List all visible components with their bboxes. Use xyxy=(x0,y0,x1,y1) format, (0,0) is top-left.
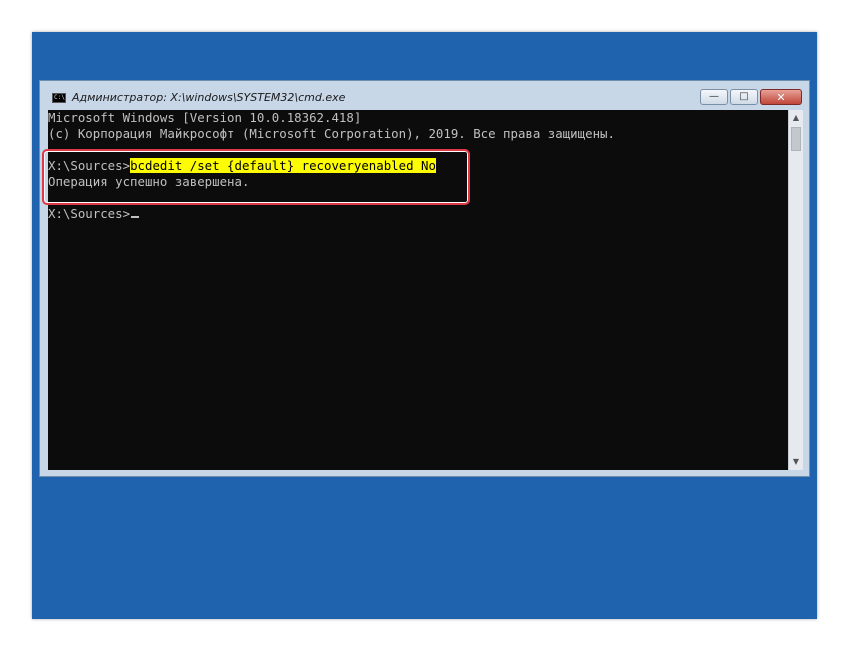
close-button[interactable]: ✕ xyxy=(760,89,802,105)
minimize-icon: — xyxy=(709,91,719,102)
scrollbar-thumb[interactable] xyxy=(791,127,801,151)
current-prompt-line[interactable]: X:\Sources> xyxy=(48,206,140,222)
caption-buttons: — □ ✕ xyxy=(698,89,802,107)
close-icon: ✕ xyxy=(776,90,786,104)
text-cursor xyxy=(131,216,140,218)
maximize-button[interactable]: □ xyxy=(730,89,758,105)
scroll-down-icon[interactable]: ▼ xyxy=(789,454,803,470)
prompt: X:\Sources> xyxy=(48,206,131,221)
cmd-window[interactable]: C:\ Администратор: X:\windows\SYSTEM32\c… xyxy=(39,80,810,477)
window-title: Администратор: X:\windows\SYSTEM32\cmd.e… xyxy=(72,91,346,104)
annotation-highlight-box xyxy=(42,149,470,205)
scroll-up-icon[interactable]: ▲ xyxy=(789,110,803,126)
cmd-icon[interactable]: C:\ xyxy=(52,93,66,103)
maximize-icon: □ xyxy=(739,91,749,102)
title-bar[interactable]: C:\ Администратор: X:\windows\SYSTEM32\c… xyxy=(40,81,809,110)
vertical-scrollbar[interactable]: ▲ ▼ xyxy=(788,110,803,470)
console-line: Microsoft Windows [Version 10.0.18362.41… xyxy=(48,110,362,125)
console-line: (c) Корпорация Майкрософт (Microsoft Cor… xyxy=(48,126,615,141)
minimize-button[interactable]: — xyxy=(700,89,728,105)
